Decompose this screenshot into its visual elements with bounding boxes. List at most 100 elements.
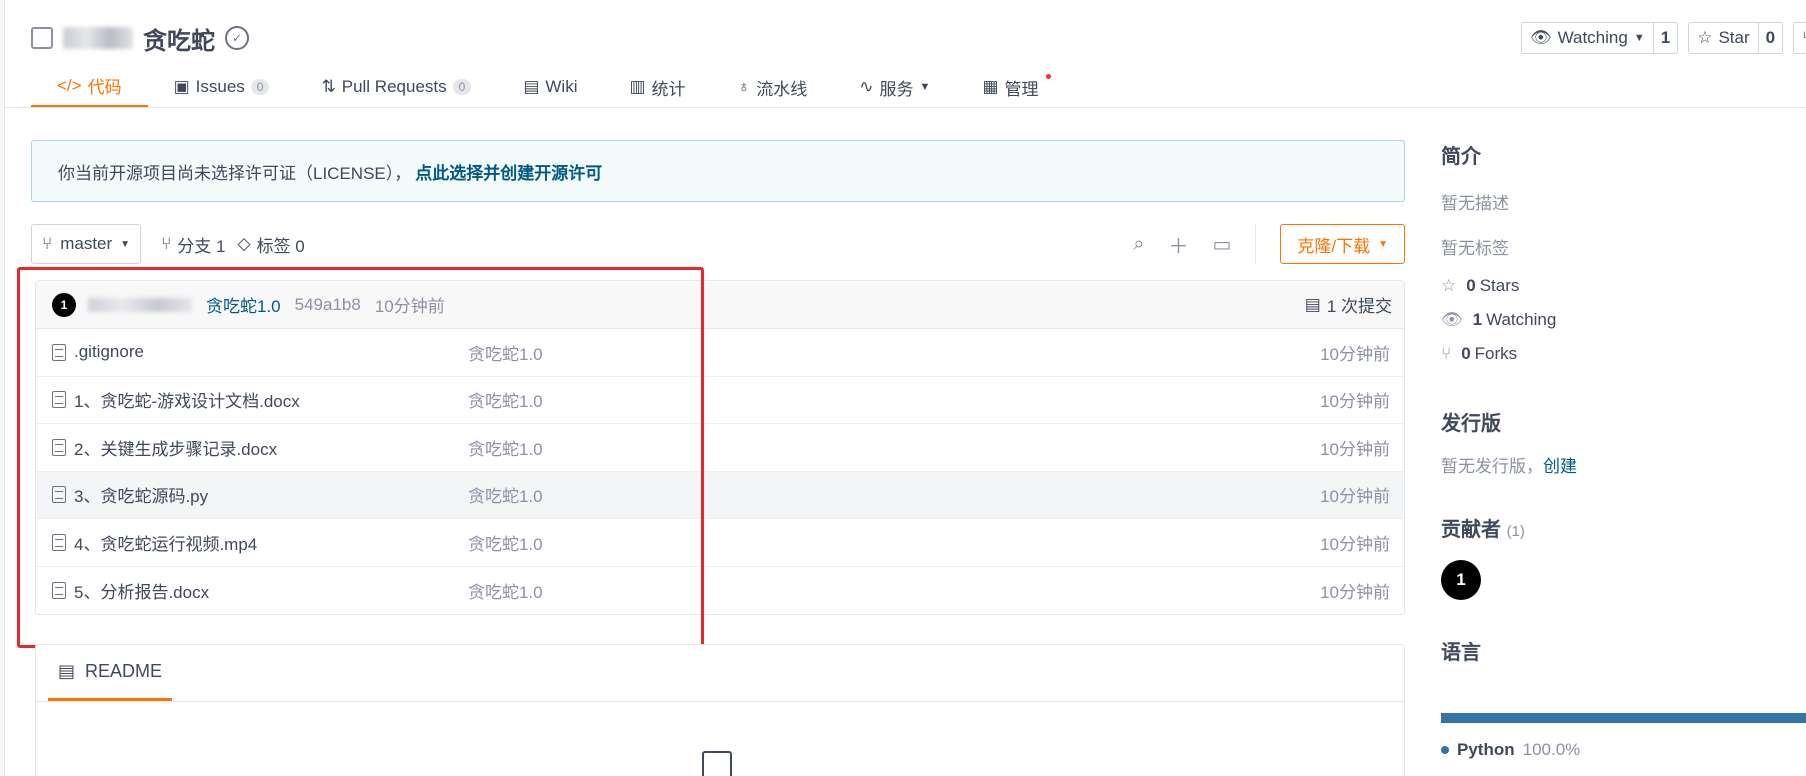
release-title: 发行版 <box>1441 413 1501 435</box>
service-icon: ∿ <box>859 77 874 96</box>
watch-button[interactable]: 👁 Watching ▼ <box>1522 23 1653 53</box>
avatar[interactable]: 1 <box>1441 560 1481 600</box>
watching-label: Watching <box>1486 310 1557 329</box>
owner-name-redacted <box>63 27 133 49</box>
license-banner: 你当前开源项目尚未选择许可证（LICENSE）， 点此选择并创建开源许可 <box>31 140 1405 202</box>
file-tools: ⌕ ＋ ▭ 克隆/下载 ▼ <box>1133 224 1405 264</box>
file-time: 10分钟前 <box>1320 487 1390 507</box>
tab-label: 统计 <box>651 79 686 99</box>
caret-down-icon: ▼ <box>1378 238 1388 250</box>
branches-label: 分支 1 <box>177 236 226 256</box>
fork-icon[interactable]: ⑂ <box>1794 23 1806 53</box>
repo-page: 贪吃蛇 ✓ 👁 Watching ▼ 1 ☆ Star 0 ⑂ </> 代码 <box>4 0 1806 776</box>
tab-issues[interactable]: ▣ Issues 0 <box>148 66 296 108</box>
watching-stat[interactable]: 👁 1 Watching <box>1441 303 1806 337</box>
file-time: 10分钟前 <box>1320 392 1390 412</box>
tab-pull-requests[interactable]: ⇅ Pull Requests 0 <box>295 66 497 108</box>
tab-pipeline[interactable]: ♁ 流水线 <box>712 66 834 108</box>
clone-download-button[interactable]: 克隆/下载 ▼ <box>1280 224 1405 264</box>
tab-label: Issues <box>195 77 245 96</box>
eye-icon: 👁 <box>1441 310 1463 329</box>
readme-icon: ▤ <box>58 661 76 681</box>
tab-label: 流水线 <box>756 79 808 99</box>
readme-label: README <box>85 661 163 681</box>
stars-stat[interactable]: ☆ 0 Stars <box>1441 269 1806 303</box>
readme-panel: ▤ README <box>35 644 1405 776</box>
branch-name: master <box>60 234 113 253</box>
tab-count: 0 <box>452 79 472 95</box>
tags-link[interactable]: ◇ 标签 0 <box>237 232 304 257</box>
commit-count-link[interactable]: ▤ 1 次提交 <box>1305 292 1392 317</box>
contributors-count: (1) <box>1506 523 1525 540</box>
caret-down-icon: ▼ <box>919 81 931 93</box>
monitor-icon[interactable]: ▭ <box>1212 232 1231 257</box>
repo-tabs: </> 代码 ▣ Issues 0 ⇅ Pull Requests 0 ▤ Wi… <box>31 66 1065 108</box>
forks-label: Forks <box>1474 344 1518 363</box>
star-button[interactable]: ☆ Star <box>1689 23 1757 53</box>
recommend-badge-icon[interactable]: ✓ <box>225 26 249 50</box>
language-dot <box>1441 746 1449 754</box>
star-icon: ☆ <box>1697 28 1713 47</box>
readme-tab[interactable]: ▤ README <box>48 645 173 701</box>
file-time: 10分钟前 <box>1320 439 1390 459</box>
plus-icon[interactable]: ＋ <box>1168 230 1188 259</box>
language-title: 语言 <box>1441 642 1481 664</box>
tab-count: 0 <box>250 79 270 95</box>
search-icon[interactable]: ⌕ <box>1133 233 1144 256</box>
star-label: Star <box>1718 28 1750 47</box>
branches-link[interactable]: ⑂ 分支 1 <box>161 232 225 257</box>
fork-icon: ⑂ <box>1441 344 1452 363</box>
branch-selector[interactable]: ⑂ master ▼ <box>31 224 142 264</box>
create-release-link[interactable]: 创建 <box>1543 457 1577 476</box>
stars-label: Stars <box>1479 276 1520 295</box>
watch-count[interactable]: 1 <box>1652 23 1677 53</box>
code-icon: </> <box>57 75 82 95</box>
tab-code[interactable]: </> 代码 <box>31 66 148 108</box>
tab-manage[interactable]: ▦ 管理 <box>956 66 1064 108</box>
tab-label: Pull Requests <box>341 77 447 96</box>
create-license-link[interactable]: 点此选择并创建开源许可 <box>415 159 602 184</box>
tab-wiki[interactable]: ▤ Wiki <box>497 66 603 108</box>
tab-label: Wiki <box>545 77 578 96</box>
divider <box>1255 224 1257 264</box>
star-button-group[interactable]: ☆ Star 0 <box>1688 22 1784 54</box>
file-time: 10分钟前 <box>1320 344 1390 364</box>
repo-sidebar: 简介 暂无描述 暂无标签 ☆ 0 Stars 👁 1 Watching ⑂ 0 … <box>1441 140 1806 759</box>
no-release: 暂无发行版， <box>1441 457 1543 476</box>
commit-count: 1 次提交 <box>1326 297 1392 316</box>
repository-icon <box>31 27 53 49</box>
readme-divider <box>36 701 1404 702</box>
notification-dot <box>1045 74 1051 79</box>
issues-icon: ▣ <box>173 77 190 96</box>
fork-button-group[interactable]: ⑂ <box>1793 22 1806 54</box>
star-count[interactable]: 0 <box>1757 23 1782 53</box>
file-time: 10分钟前 <box>1320 582 1390 602</box>
branch-icon: ⑂ <box>42 234 53 253</box>
language-percent: 100.0% <box>1522 740 1581 759</box>
document-icon <box>702 751 732 776</box>
header-actions: 👁 Watching ▼ 1 ☆ Star 0 ⑂ <box>1521 22 1806 54</box>
caret-down-icon: ▼ <box>1633 32 1645 44</box>
highlight-box <box>17 267 704 648</box>
caret-down-icon: ▼ <box>120 238 131 250</box>
language-item: Python 100.0% <box>1441 740 1580 760</box>
tab-stats[interactable]: ▥ 统计 <box>603 66 711 108</box>
language-bar <box>1441 713 1806 723</box>
contributors-title: 贡献者 (1) <box>1441 513 1806 542</box>
forks-stat[interactable]: ⑂ 0 Forks <box>1441 337 1806 371</box>
watch-button-group[interactable]: 👁 Watching ▼ 1 <box>1521 22 1679 54</box>
branch-icon: ⑂ <box>161 234 172 253</box>
repo-name[interactable]: 贪吃蛇 <box>143 21 215 56</box>
eye-icon: 👁 <box>1530 28 1552 47</box>
tab-service[interactable]: ∿ 服务 ▼ <box>833 66 956 108</box>
release-info: 暂无发行版，创建 <box>1441 452 1806 477</box>
tags-label: 标签 0 <box>256 236 305 256</box>
tabs-divider <box>5 107 1806 108</box>
branch-bar: ⑂ master ▼ ⑂ 分支 1 ◇ 标签 0 ⌕ ＋ ▭ 克隆/下载 ▼ <box>31 224 1405 264</box>
repo-header: 贪吃蛇 ✓ <box>31 20 249 56</box>
tab-label: 管理 <box>1004 79 1039 99</box>
no-description: 暂无描述 <box>1441 194 1509 213</box>
star-icon: ☆ <box>1441 276 1457 295</box>
forks-count: 0 <box>1461 344 1471 363</box>
license-text: 你当前开源项目尚未选择许可证（LICENSE）， <box>58 163 412 183</box>
